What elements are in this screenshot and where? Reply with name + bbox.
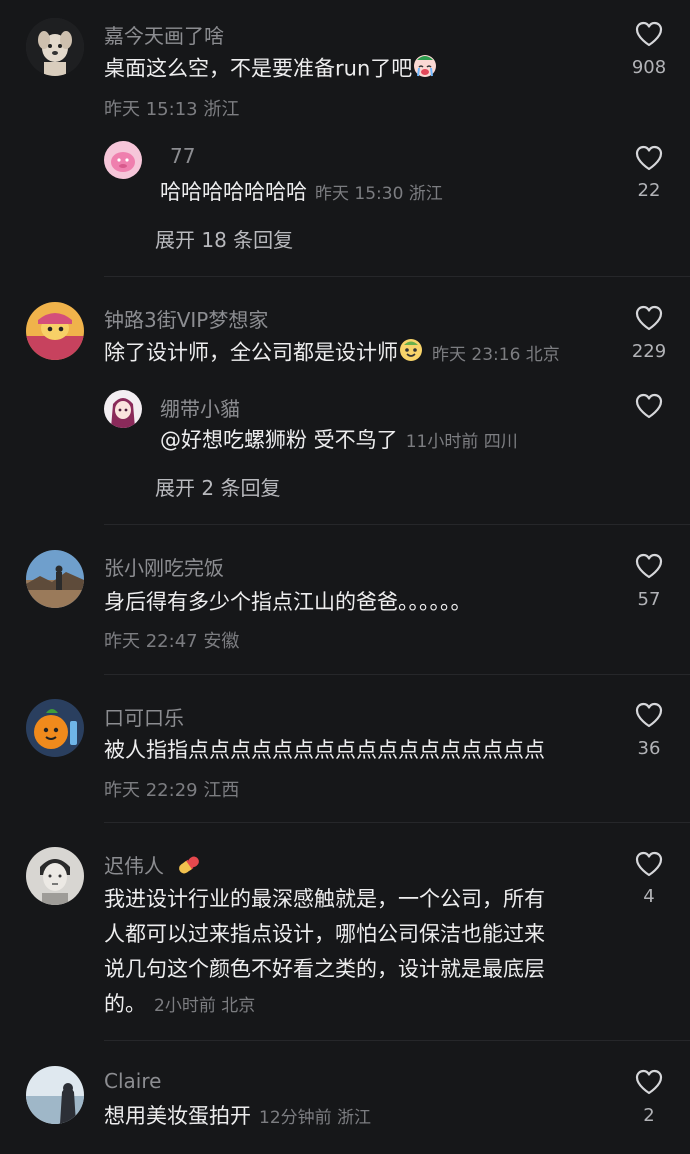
comment-meta: 12分钟前 浙江	[259, 1108, 372, 1128]
avatar[interactable]	[26, 302, 84, 360]
like-count: 908	[631, 57, 667, 78]
sky-portrait-avatar-icon	[26, 1066, 84, 1124]
crying-face-icon	[412, 52, 438, 87]
like-count: 2	[643, 1105, 655, 1126]
reply-like-button[interactable]	[625, 142, 673, 174]
divider	[104, 674, 690, 675]
reply-avatar[interactable]	[104, 141, 142, 179]
heart-outline-icon	[633, 302, 665, 334]
heart-outline-icon	[633, 699, 665, 731]
comment-username-text: 迟伟人	[104, 854, 164, 878]
like-count: 229	[631, 341, 667, 362]
like-count: 36	[637, 738, 661, 759]
comment-meta: 昨天 22:47 安徽	[104, 631, 240, 652]
avatar[interactable]	[26, 699, 84, 757]
heart-outline-icon	[633, 18, 665, 50]
like-button[interactable]	[625, 848, 673, 880]
pill-icon	[176, 854, 202, 881]
like-button[interactable]	[625, 550, 673, 582]
comment-text-body: 想用美妆蛋拍开	[104, 1104, 251, 1128]
smiling-face-icon	[398, 336, 424, 371]
like-button[interactable]	[625, 699, 673, 731]
reply-username[interactable]: 绷带小貓	[160, 393, 240, 422]
reply-like-button[interactable]	[625, 390, 673, 422]
avatar[interactable]	[26, 550, 84, 608]
reply-text: @好想吃螺狮粉 受不鸟了 11小时前 四川	[160, 424, 518, 458]
comment-text: 被人指指点点点点点点点点点点点点点点点点点	[104, 738, 545, 762]
heart-outline-icon	[633, 390, 665, 422]
comment-meta: 2小时前 北京	[154, 996, 256, 1016]
like-button[interactable]	[625, 302, 673, 334]
comment-text: 我进设计行业的最深感触就是，一个公司，所有 人都可以过来指点设计，哪怕公司保洁也…	[104, 882, 604, 1024]
comment-text-line: 我进设计行业的最深感触就是，一个公司，所有	[104, 887, 545, 911]
avatar[interactable]	[26, 847, 84, 905]
avatar[interactable]	[26, 18, 84, 76]
heart-outline-icon	[633, 848, 665, 880]
reply-like-count: 22	[637, 180, 661, 201]
reply-text-body: @好想吃螺狮粉 受不鸟了	[160, 428, 398, 452]
heart-outline-icon	[633, 142, 665, 174]
character-avatar-icon	[26, 302, 84, 360]
divider	[104, 524, 690, 525]
comment-username[interactable]: Claire	[104, 1069, 161, 1093]
heart-outline-icon	[633, 550, 665, 582]
comment-username[interactable]: 口可口乐	[104, 702, 184, 731]
comment-username[interactable]: 张小刚吃完饭	[104, 552, 224, 581]
comment-username[interactable]: 迟伟人	[104, 850, 202, 881]
comment-meta: 昨天 22:29 江西	[104, 780, 240, 801]
reply-avatar[interactable]	[104, 390, 142, 428]
comment-meta: 昨天 15:13 浙江	[104, 99, 240, 120]
expand-replies-button[interactable]: 展开 2 条回复	[155, 472, 280, 501]
landscape-avatar-icon	[26, 550, 84, 608]
comment-text-line: 人都可以过来指点设计，哪怕公司保洁也能过来	[104, 922, 545, 946]
dog-avatar-icon	[26, 18, 84, 76]
avatar[interactable]	[26, 1066, 84, 1124]
sketch-portrait-avatar-icon	[26, 847, 84, 905]
comment-text-line-last: 的。 2小时前 北京	[104, 987, 604, 1024]
pink-avatar-icon	[104, 141, 142, 179]
comment-text-body: 桌面这么空，不是要准备run了吧	[104, 56, 413, 81]
expand-replies-button[interactable]: 展开 18 条回复	[155, 224, 293, 253]
reply-meta: 昨天 15:30 浙江	[315, 184, 443, 204]
reply-meta: 11小时前 四川	[405, 432, 518, 452]
comment-text-line: 说几句这个颜色不好看之类的，设计就是最底层	[104, 957, 545, 981]
reply-text-body: 哈哈哈哈哈哈哈	[160, 180, 307, 204]
comment-text: 除了设计师，全公司都是设计师 昨天 23:16 北京	[104, 336, 560, 371]
anime-girl-avatar-icon	[104, 390, 142, 428]
reply-username[interactable]: 77	[170, 144, 195, 168]
orange-avatar-icon	[26, 699, 84, 757]
comment-text-body: 除了设计师，全公司都是设计师	[104, 340, 398, 365]
comment-username[interactable]: 钟路3街VIP梦想家	[104, 304, 268, 333]
comment-text-last: 的。	[104, 992, 146, 1016]
comment-text: 桌面这么空，不是要准备run了吧	[104, 52, 438, 87]
reply-text: 哈哈哈哈哈哈哈 昨天 15:30 浙江	[160, 176, 443, 210]
like-count: 57	[637, 589, 661, 610]
divider	[104, 822, 690, 823]
comment-text: 身后得有多少个指点江山的爸爸。。。。。。	[104, 590, 472, 614]
divider	[104, 1040, 690, 1041]
comment-username[interactable]: 嘉今天画了啥	[104, 20, 224, 49]
comment-text: 想用美妆蛋拍开 12分钟前 浙江	[104, 1100, 371, 1134]
heart-outline-icon	[633, 1066, 665, 1098]
comment-meta: 昨天 23:16 北京	[432, 344, 560, 365]
like-button[interactable]	[625, 18, 673, 50]
like-count: 4	[643, 886, 655, 907]
divider	[104, 276, 690, 277]
like-button[interactable]	[625, 1066, 673, 1098]
